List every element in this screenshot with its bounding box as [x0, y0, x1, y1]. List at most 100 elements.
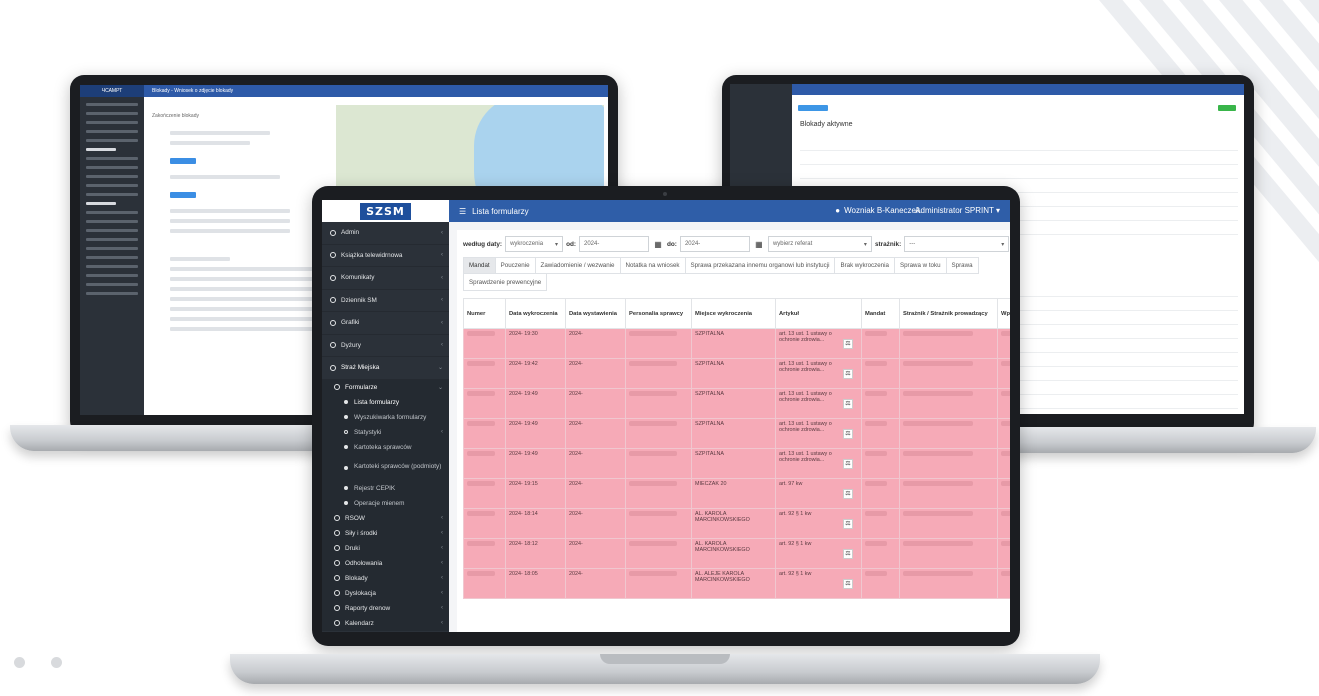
sidebar-item-rejestr-cepik[interactable]: Rejestr CEPIK	[322, 480, 449, 496]
col-data-wykroczenia[interactable]: Data wykroczenia	[505, 298, 566, 329]
sidebar-item-wyszukiwarka[interactable]: Wyszukiwarka formularzy	[322, 409, 449, 425]
gavel-icon[interactable]: ⚖	[843, 519, 853, 529]
redacted-value	[467, 361, 495, 367]
table-row[interactable]: 2024- 19:30 2024- SZPITALNA art. 13 ust. 1 …	[463, 328, 1010, 359]
sidebar-item-ksiazka[interactable]: Książka telewidrnowa ‹	[322, 245, 449, 267]
logo[interactable]: SZSM	[322, 200, 449, 222]
table-cell	[625, 388, 692, 419]
main-content: według daty: wykroczenia ▾ od: 2024- ▦ do…	[449, 222, 1010, 632]
admin-menu[interactable]: Administrator SPRINT ▾	[915, 206, 1000, 215]
gavel-icon[interactable]: ⚖	[843, 459, 853, 469]
table-row[interactable]: 2024- 18:05 2024- AL. ALEJE KAROLA MARCINK…	[463, 568, 1010, 599]
tab-sprawa-przekazana[interactable]: Sprawa przekazana innemu organowi lub in…	[685, 257, 836, 274]
sidebar-item-admin[interactable]: Admin ‹	[322, 222, 449, 245]
table-row[interactable]: 2024- 19:49 2024- SZPITALNA art. 13 ust. 1 …	[463, 448, 1010, 479]
back-left-button-2[interactable]	[170, 192, 196, 198]
table-cell: SZPITALNA	[691, 328, 776, 359]
sidebar-item-statystyki[interactable]: Statystyki ‹	[322, 424, 449, 440]
sidebar-item-formularze[interactable]: Formularze ⌄	[322, 379, 449, 395]
table-row[interactable]: 2024- 19:15 2024- MIECZAK 20 art. 97 kw ⚖	[463, 478, 1010, 509]
gavel-icon[interactable]: ⚖	[843, 489, 853, 499]
sidebar-item-straz-miejska[interactable]: Straż Miejska ⌄	[322, 357, 449, 380]
sidebar-item-odholowania[interactable]: Odholowania ‹	[322, 555, 449, 571]
table-cell	[861, 358, 900, 389]
gavel-icon[interactable]: ⚖	[843, 369, 853, 379]
table-cell: SZPITALNA	[691, 358, 776, 389]
back-left-button-1[interactable]	[170, 158, 196, 164]
carousel-dots[interactable]	[14, 657, 62, 668]
calendar-icon[interactable]: ▦	[753, 238, 765, 250]
date-to-input[interactable]: 2024-	[679, 236, 750, 252]
sidebar-item-dziennik[interactable]: Dziennik SM ‹	[322, 290, 449, 312]
cell-text: 2024- 19:49	[509, 451, 538, 457]
sidebar-item-druki[interactable]: Druki ‹	[322, 540, 449, 556]
user-name[interactable]: Wozniak B-Kaneczek	[844, 206, 920, 215]
sidebar-item-raporty[interactable]: Raporty drenow ‹	[322, 600, 449, 616]
date-by-select[interactable]: wykroczenia ▾	[505, 236, 564, 252]
col-data-wystawienia[interactable]: Data wystawienia	[565, 298, 626, 329]
gavel-icon[interactable]: ⚖	[843, 399, 853, 409]
table-row[interactable]: 2024- 18:14 2024- AL. KAROLA MARCINKOWSKIE…	[463, 508, 1010, 539]
back-left-section: Zakończenie blokady	[152, 113, 199, 119]
tab-sprawa[interactable]: Sprawa	[946, 257, 979, 274]
tab-sprawdzenie[interactable]: Sprawdzenie prewencyjne	[463, 274, 548, 291]
sidebar-item-rsow[interactable]: RSOW ‹	[322, 510, 449, 526]
table-row[interactable]: 2024- 19:49 2024- SZPITALNA art. 13 ust. 1 …	[463, 418, 1010, 449]
sidebar-item-kartoteki-podmioty[interactable]: Kartoteki sprawców (podmioty)	[322, 454, 449, 481]
redacted-value	[903, 391, 973, 397]
circle-icon	[344, 430, 348, 434]
cell-text: SZPITALNA	[695, 391, 724, 397]
bullet-icon	[344, 400, 348, 404]
back-right-add-button[interactable]	[1218, 105, 1236, 111]
sidebar-item-kalendarz[interactable]: Kalendarz ‹	[322, 615, 449, 631]
table-row[interactable]: 2024- 18:12 2024- AL. KAROLA MARCINKOWSKIE…	[463, 538, 1010, 569]
sidebar-item-label: Wyszukiwarka formularzy	[354, 413, 427, 421]
gavel-icon[interactable]: ⚖	[843, 549, 853, 559]
tab-brak-wykroczenia[interactable]: Brak wykroczenia	[835, 257, 895, 274]
col-straznik[interactable]: Strażnik / Strażnik prowadzący	[899, 298, 998, 329]
col-numer[interactable]: Numer	[463, 298, 506, 329]
tab-pouczenie[interactable]: Pouczenie	[495, 257, 536, 274]
sidebar-item-dyslokacja[interactable]: Dyslokacja ‹	[322, 585, 449, 601]
sidebar-item-operacje[interactable]: Operacje mienem	[322, 495, 449, 511]
calendar-icon[interactable]: ▦	[652, 238, 664, 250]
col-wp[interactable]: Wp	[997, 298, 1010, 329]
circle-icon	[330, 252, 336, 259]
tab-mandat[interactable]: Mandat	[463, 257, 496, 274]
sidebar-item-lista-formularzy[interactable]: Lista formularzy	[322, 394, 449, 410]
sidebar-item-komunikaty[interactable]: Komunikaty ‹	[322, 267, 449, 290]
tab-sprawa-w-toku[interactable]: Sprawa w toku	[894, 257, 947, 274]
sidebar-item-label: Operacje mienem	[354, 499, 405, 507]
redacted-value	[629, 481, 677, 487]
sidebar-item-grafiki[interactable]: Grafiki ‹	[322, 312, 449, 335]
col-personalia[interactable]: Personalia sprawcy	[625, 298, 692, 329]
redacted-value	[1001, 361, 1010, 367]
col-mandat[interactable]: Mandat	[861, 298, 900, 329]
table-row[interactable]: 2024- 19:49 2024- SZPITALNA art. 13 ust. 1 …	[463, 388, 1010, 419]
gavel-icon[interactable]: ⚖	[843, 339, 853, 349]
chevron-left-icon: ‹	[441, 545, 443, 551]
table-row[interactable]: 2024- 19:42 2024- SZPITALNA art. 13 ust. 1 …	[463, 358, 1010, 389]
back-right-button[interactable]	[798, 105, 828, 111]
sidebar-item-label: RSOW	[345, 514, 365, 522]
sidebar-item-dyzury[interactable]: Dyżury ‹	[322, 335, 449, 357]
gavel-icon[interactable]: ⚖	[843, 579, 853, 589]
col-artykul[interactable]: Artykuł	[775, 298, 862, 329]
table-cell	[861, 328, 900, 359]
gavel-icon[interactable]: ⚖	[843, 429, 853, 439]
guard-select[interactable]: --- ▾	[904, 236, 1010, 252]
tab-notatka[interactable]: Notatka na wniosek	[620, 257, 686, 274]
map-view[interactable]	[336, 105, 604, 195]
date-from-input[interactable]: 2024-	[579, 236, 649, 252]
hamburger-icon[interactable]: ☰	[459, 207, 466, 216]
chevron-left-icon: ‹	[441, 605, 443, 611]
table-cell	[861, 418, 900, 449]
col-miejsce[interactable]: Miejsce wykroczenia	[691, 298, 776, 329]
tab-zawiadomienie[interactable]: Zawiadomienie / wezwanie	[535, 257, 621, 274]
redacted-value	[865, 541, 887, 547]
redacted-value	[865, 571, 887, 577]
sidebar-item-kartoteka[interactable]: Kartoteka sprawców	[322, 439, 449, 455]
sidebar-item-blokady[interactable]: Blokady ‹	[322, 570, 449, 586]
sidebar-item-sily[interactable]: Siły i środki ‹	[322, 525, 449, 541]
referat-select[interactable]: wybierz referat ▾	[767, 236, 872, 252]
